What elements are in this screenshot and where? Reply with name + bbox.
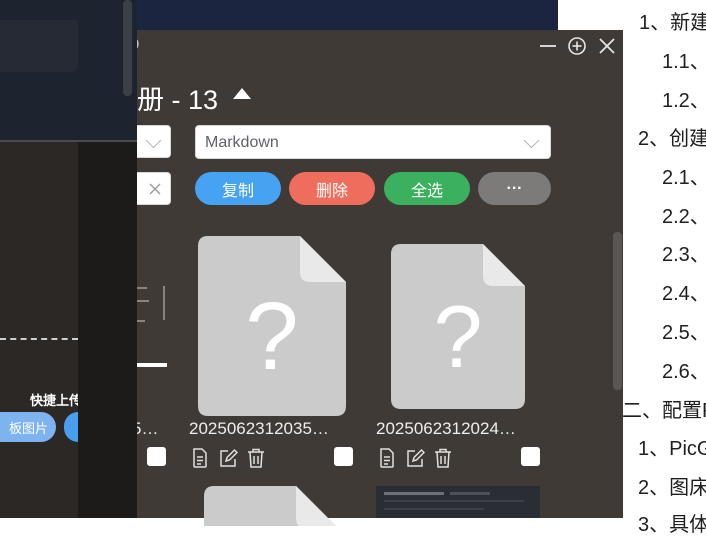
toc-item[interactable]: 2、图床 [638, 471, 706, 500]
toc-item[interactable]: 1.1、 [662, 45, 706, 74]
toc-item[interactable]: 1.2、 [662, 84, 706, 113]
toc-item[interactable]: 2.3、 [662, 238, 706, 267]
toc-item[interactable]: 2、创建 [638, 122, 706, 151]
toc-item[interactable]: 2.4、 [662, 277, 706, 306]
select-checkbox[interactable] [521, 447, 540, 466]
maximize-icon[interactable] [567, 36, 587, 56]
caret-up-icon[interactable] [233, 88, 251, 99]
close-icon[interactable] [597, 36, 617, 56]
chevron-down-icon [145, 132, 162, 149]
select-checkbox[interactable] [147, 447, 166, 466]
upload-window-card [0, 20, 78, 72]
upload-window-sidebar [78, 142, 137, 518]
svg-text:?: ? [434, 287, 483, 386]
toc-item[interactable]: 二、配置P [622, 394, 706, 423]
toc-item[interactable]: 2.1、 [662, 161, 706, 190]
file-name: 2025062312024… [376, 419, 516, 438]
toc-item[interactable]: 2.5、 [662, 316, 706, 345]
album-title: 册 - 13 [137, 85, 219, 115]
trash-icon[interactable] [246, 448, 266, 468]
quick-upload-label: 快捷上传 [30, 393, 78, 408]
clear-icon[interactable] [149, 183, 161, 195]
file-name: 2025062312035… [189, 419, 329, 438]
toc-item[interactable]: 2.2、 [662, 200, 706, 229]
toc-item[interactable]: 3、具体 [638, 508, 706, 537]
more-button[interactable]: ··· [478, 172, 551, 205]
toc-item[interactable]: 2.6、 [662, 355, 706, 384]
minimize-icon[interactable] [538, 36, 558, 56]
select-checkbox[interactable] [334, 447, 353, 466]
select-all-button[interactable]: 全选 [384, 172, 470, 205]
unknown-file-icon[interactable] [204, 486, 338, 526]
file-info-icon[interactable] [190, 448, 210, 468]
gallery-scrollbar[interactable] [613, 232, 622, 390]
edit-icon[interactable] [218, 448, 238, 468]
upload-dropzone-border [0, 338, 78, 340]
format-select[interactable]: Markdown [195, 125, 551, 159]
delete-button[interactable]: 删除 [289, 172, 375, 205]
edit-icon[interactable] [405, 448, 425, 468]
image-thumbnail[interactable] [376, 486, 540, 518]
toc-item[interactable]: 1、PicG [638, 432, 706, 461]
format-select-value: Markdown [205, 134, 279, 151]
svg-text:?: ? [245, 283, 298, 390]
unknown-file-icon[interactable]: ? [391, 244, 525, 409]
upload-area[interactable] [0, 142, 78, 518]
unknown-file-icon[interactable]: ? [198, 236, 346, 416]
upload-window-scrollbar[interactable] [123, 0, 132, 96]
upload-window: 快捷上传 板图片 [0, 0, 137, 518]
toc-item[interactable]: 1、新建 [639, 6, 706, 35]
trash-icon[interactable] [433, 448, 453, 468]
file-info-icon[interactable] [377, 448, 397, 468]
paste-image-button[interactable]: 板图片 [0, 412, 56, 442]
image-thumbnail[interactable] [135, 280, 167, 370]
copy-button[interactable]: 复制 [195, 172, 281, 205]
chevron-down-icon [523, 132, 540, 149]
